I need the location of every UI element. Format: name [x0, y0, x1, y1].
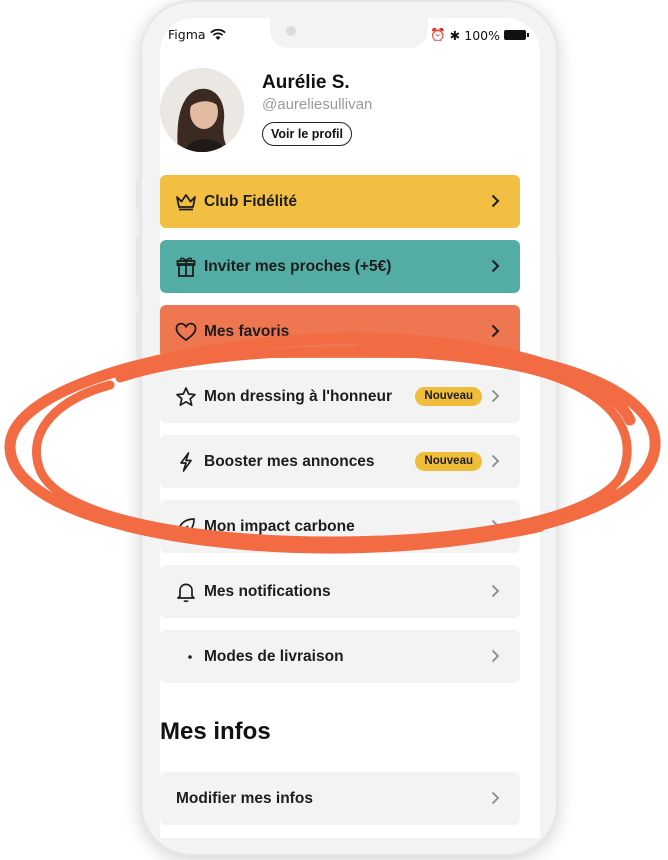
- battery-icon: [504, 30, 529, 40]
- chevron-right-icon: [491, 649, 500, 663]
- avatar[interactable]: [160, 68, 244, 152]
- app-screen: Figma ⏰ ✱ 100% Aurélie S. @aureliesulliv…: [160, 18, 540, 838]
- chevron-right-icon: [491, 194, 500, 208]
- menu-item-label: Mon dressing à l'honneur: [204, 387, 392, 405]
- chevron-right-icon: [491, 519, 500, 533]
- profile-name: Aurélie S.: [262, 72, 350, 93]
- menu-item-club-fidelite[interactable]: Club Fidélité: [160, 175, 520, 228]
- menu-item-label: Mon impact carbone: [204, 517, 355, 535]
- chevron-right-icon: [491, 389, 500, 403]
- menu-item-booster[interactable]: Booster mes annonces Nouveau: [160, 435, 520, 488]
- view-profile-button[interactable]: Voir le profil: [262, 122, 352, 146]
- carrier-label: Figma: [168, 27, 206, 42]
- new-badge: Nouveau: [415, 452, 482, 471]
- menu-item-label: Booster mes annonces: [204, 452, 375, 470]
- profile-handle: @aureliesullivan: [262, 96, 373, 113]
- bolt-icon: [175, 451, 197, 473]
- phone-side-button: [136, 178, 140, 210]
- status-bar-right: ⏰ ✱ 100%: [430, 27, 529, 43]
- star-icon: [175, 386, 197, 408]
- menu-item-label: Inviter mes proches (+5€): [204, 257, 392, 275]
- chevron-right-icon: [491, 259, 500, 273]
- menu-item-label: Mes notifications: [204, 582, 331, 600]
- leaf-icon: [175, 516, 197, 538]
- chevron-right-icon: [491, 791, 500, 805]
- chevron-right-icon: [491, 324, 500, 338]
- new-badge: Nouveau: [415, 387, 482, 406]
- gift-icon: [175, 256, 197, 278]
- section-title-mes-infos: Mes infos: [160, 718, 271, 745]
- menu-item-label: Modes de livraison: [204, 647, 344, 665]
- menu-item-label: Modifier mes infos: [176, 789, 313, 807]
- phone-power-button: [556, 258, 560, 358]
- heart-icon: [175, 321, 197, 343]
- menu-item-modifier-infos[interactable]: Modifier mes infos: [160, 772, 520, 825]
- status-bar-left: Figma: [168, 27, 226, 42]
- camera-icon: [286, 26, 296, 36]
- bluetooth-icon: ✱: [449, 27, 461, 43]
- alarm-icon: ⏰: [430, 27, 446, 42]
- menu-item-invite[interactable]: Inviter mes proches (+5€): [160, 240, 520, 293]
- phone-side-button: [136, 312, 140, 372]
- dot-icon: [175, 646, 197, 668]
- menu-item-notifications[interactable]: Mes notifications: [160, 565, 520, 618]
- battery-percent: 100%: [464, 27, 500, 43]
- menu-item-dressing[interactable]: Mon dressing à l'honneur Nouveau: [160, 370, 520, 423]
- menu-item-livraison[interactable]: Modes de livraison: [160, 630, 520, 683]
- avatar-photo: [160, 68, 244, 152]
- menu-item-label: Mes favoris: [204, 322, 290, 340]
- bell-icon: [175, 581, 197, 603]
- menu-item-impact-carbone[interactable]: Mon impact carbone: [160, 500, 520, 553]
- crown-icon: [175, 191, 197, 213]
- wifi-icon: [209, 28, 226, 40]
- phone-side-button: [136, 236, 140, 296]
- menu-item-label: Club Fidélité: [204, 192, 297, 210]
- notch: [270, 18, 428, 48]
- chevron-right-icon: [491, 584, 500, 598]
- chevron-right-icon: [491, 454, 500, 468]
- menu-item-favoris[interactable]: Mes favoris: [160, 305, 520, 358]
